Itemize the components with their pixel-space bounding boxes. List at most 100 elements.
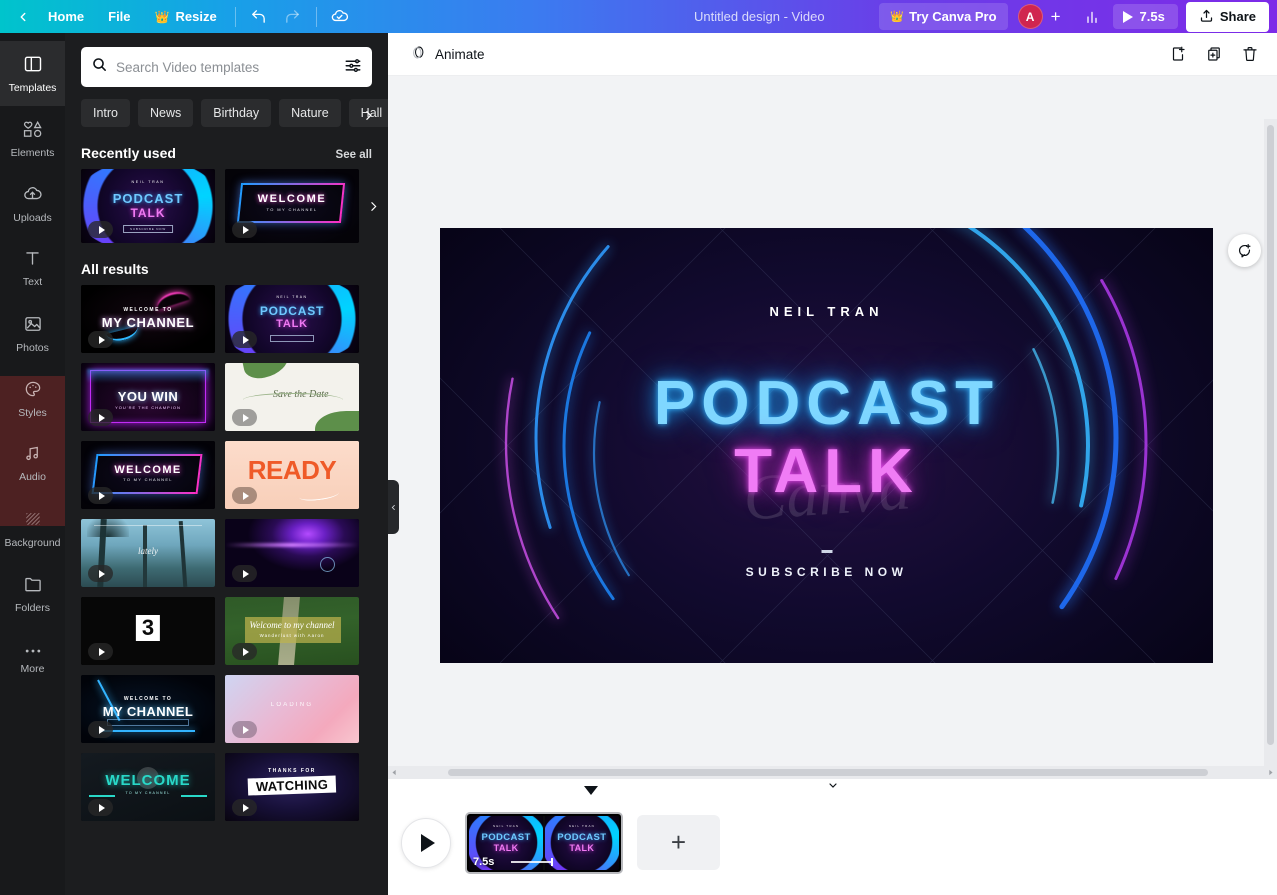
- sidebar-item-uploads[interactable]: Uploads: [0, 171, 65, 236]
- play-badge[interactable]: [88, 643, 113, 660]
- template-my-channel-blue-line[interactable]: WELCOME TO MY CHANNEL: [81, 675, 215, 743]
- thumb-line2: Wanderlust with Aaron: [259, 633, 325, 638]
- file-menu[interactable]: File: [96, 3, 142, 30]
- sidebar-item-background[interactable]: Background: [0, 496, 65, 561]
- back-button[interactable]: [10, 4, 36, 30]
- undo-button[interactable]: [242, 4, 276, 30]
- sidebar-item-more[interactable]: More: [0, 626, 65, 691]
- template-thanks-for-watching[interactable]: THANKS FOR WATCHING: [225, 753, 359, 821]
- play-badge[interactable]: [88, 565, 113, 582]
- share-button[interactable]: Share: [1185, 1, 1269, 32]
- scrollbar-thumb[interactable]: [448, 769, 1208, 776]
- duplicate-page-icon[interactable]: [1199, 39, 1229, 69]
- avatar[interactable]: A: [1017, 4, 1043, 29]
- play-badge[interactable]: [232, 799, 257, 816]
- canvas-vertical-scrollbar[interactable]: [1264, 119, 1277, 779]
- sidebar-item-photos[interactable]: Photos: [0, 301, 65, 366]
- cloud-saved-icon[interactable]: [323, 4, 357, 30]
- redo-button[interactable]: [276, 4, 310, 30]
- page-artist: NEIL TRAN: [492, 823, 520, 828]
- sidebar-item-elements[interactable]: Elements: [0, 106, 65, 171]
- trim-handle[interactable]: [511, 858, 553, 865]
- timeline-expand-button[interactable]: [776, 779, 889, 795]
- template-welcome-my-channel-dark[interactable]: WELCOME TO MY CHANNEL: [81, 285, 215, 353]
- add-page-icon[interactable]: [1163, 39, 1193, 69]
- animate-button[interactable]: Animate: [400, 37, 495, 71]
- template-purple-flare-intro[interactable]: [225, 519, 359, 587]
- styles-icon: [23, 379, 43, 404]
- template-welcome-jungle-road[interactable]: Welcome to my channel Wanderlust with Aa…: [225, 597, 359, 665]
- page-title-2: TALK: [493, 842, 519, 853]
- see-all-link[interactable]: See all: [336, 149, 372, 161]
- scroll-left-arrow[interactable]: [388, 766, 401, 779]
- chevron-right-icon[interactable]: [362, 191, 384, 221]
- play-badge[interactable]: [88, 487, 113, 504]
- scrollbar-thumb[interactable]: [1267, 125, 1274, 745]
- design-page[interactable]: Canva NEIL TRAN PODCAST TALK SUBSCRIBE N…: [440, 228, 1213, 663]
- canvas-horizontal-scrollbar[interactable]: [388, 766, 1277, 779]
- scroll-right-arrow[interactable]: [1264, 766, 1277, 779]
- search-input[interactable]: [116, 59, 336, 75]
- play-badge[interactable]: [88, 331, 113, 348]
- play-badge[interactable]: [232, 565, 257, 582]
- play-badge[interactable]: [88, 721, 113, 738]
- preview-duration-button[interactable]: 7.5s: [1112, 4, 1178, 29]
- sidebar-item-text[interactable]: Text: [0, 236, 65, 301]
- template-podcast-talk-ring[interactable]: NEIL TRAN PODCAST TALK: [225, 285, 359, 353]
- sidebar-item-audio[interactable]: Audio: [0, 431, 65, 496]
- thumb-line2: WATCHING: [247, 775, 337, 796]
- play-badge[interactable]: [88, 221, 113, 238]
- comment-add-icon[interactable]: [1228, 234, 1261, 267]
- recent-template-podcast-talk[interactable]: NEIL TRAN PODCAST TALK SUBSCRIBE NOW: [81, 169, 215, 243]
- filter-sliders-icon[interactable]: [344, 56, 362, 79]
- template-welcome-neon-box[interactable]: WELCOME TO MY CHANNEL: [81, 441, 215, 509]
- add-page-button[interactable]: +: [637, 815, 720, 870]
- template-ready-orange[interactable]: READY: [225, 441, 359, 509]
- sidebar-item-styles[interactable]: Styles: [0, 366, 65, 431]
- template-welcome-cyan-tech[interactable]: WELCOME TO MY CHANNEL: [81, 753, 215, 821]
- bar-chart-icon[interactable]: [1075, 4, 1109, 30]
- leaf-art-bottom: [315, 411, 359, 431]
- try-canva-pro-button[interactable]: 👑 Try Canva Pro: [879, 3, 1008, 30]
- template-save-the-date-leaf[interactable]: Save the Date: [225, 363, 359, 431]
- sidebar-label: Templates: [8, 81, 57, 94]
- trash-icon[interactable]: [1235, 39, 1265, 69]
- chip-news[interactable]: News: [138, 99, 194, 127]
- resize-menu[interactable]: 👑 Resize: [143, 3, 229, 30]
- chevron-right-icon[interactable]: [356, 99, 380, 131]
- search-box[interactable]: [81, 47, 372, 87]
- play-badge[interactable]: [232, 487, 257, 504]
- design-title[interactable]: Untitled design - Video: [694, 0, 825, 33]
- uploads-icon: [22, 184, 43, 209]
- template-countdown-three[interactable]: 3: [81, 597, 215, 665]
- play-icon: [421, 833, 435, 852]
- chip-nature[interactable]: Nature: [279, 99, 341, 127]
- template-loading-pink-gradient[interactable]: LOADING: [225, 675, 359, 743]
- play-badge[interactable]: [232, 331, 257, 348]
- thumb-line1: LOADING: [270, 702, 314, 708]
- timeline-play-button[interactable]: [401, 817, 451, 868]
- play-badge[interactable]: [88, 409, 113, 426]
- sidebar-label: Audio: [19, 471, 46, 483]
- results-grid: WELCOME TO MY CHANNEL NEIL TRAN PODCAST …: [65, 285, 388, 821]
- play-badge[interactable]: [88, 799, 113, 816]
- home-menu[interactable]: Home: [36, 3, 96, 30]
- playhead-marker[interactable]: [584, 786, 598, 795]
- template-palm-beach-vlog[interactable]: lately: [81, 519, 215, 587]
- play-badge[interactable]: [232, 221, 257, 238]
- thumb-line1: READY: [247, 455, 337, 485]
- play-badge[interactable]: [232, 409, 257, 426]
- thumb-line1: NEIL TRAN: [276, 295, 308, 299]
- recent-template-welcome[interactable]: WELCOME TO MY CHANNEL: [225, 169, 359, 243]
- sidebar-item-templates[interactable]: Templates: [0, 41, 65, 106]
- chip-birthday[interactable]: Birthday: [201, 99, 272, 127]
- template-you-win-neon[interactable]: YOU WIN YOU'RE THE CHAMPION: [81, 363, 215, 431]
- play-badge[interactable]: [232, 643, 257, 660]
- chip-intro[interactable]: Intro: [81, 99, 131, 127]
- collapse-panel-handle[interactable]: [388, 480, 399, 534]
- sidebar-item-folders[interactable]: Folders: [0, 561, 65, 626]
- play-badge[interactable]: [232, 721, 257, 738]
- add-collaborator-button[interactable]: +: [1043, 4, 1069, 30]
- section-title: All results: [81, 261, 149, 277]
- timeline-page-1[interactable]: NEIL TRAN PODCAST TALK NEIL TRAN PODCAST…: [465, 811, 623, 874]
